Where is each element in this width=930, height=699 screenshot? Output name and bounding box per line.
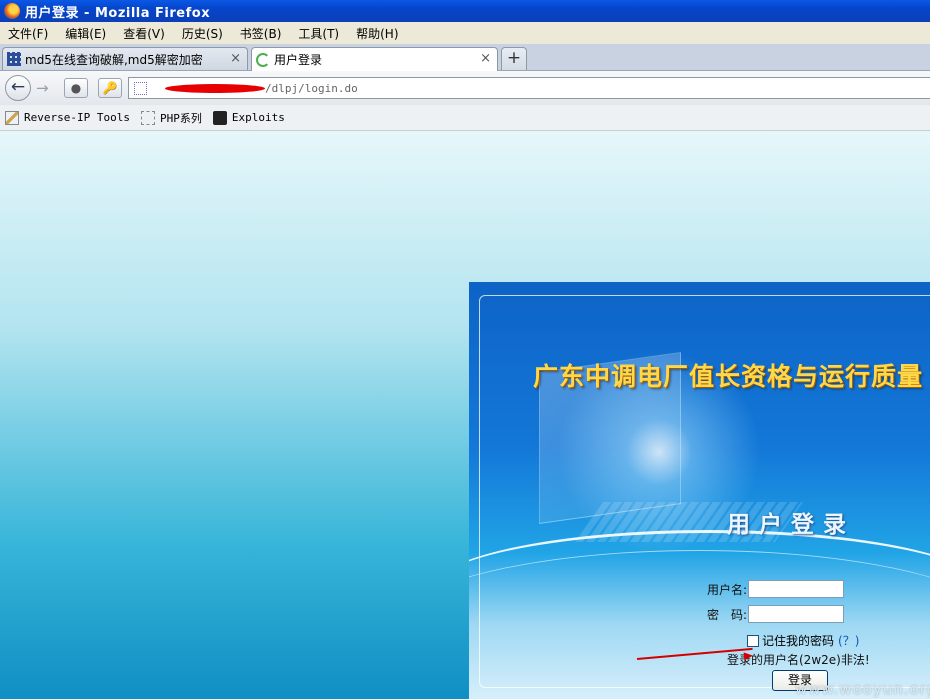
window-title: 用户登录 - Mozilla Firefox [25,5,211,21]
password-input[interactable] [748,605,844,623]
login-heading: 用户登录 [727,511,855,538]
menu-view[interactable]: 查看(V) [115,25,174,42]
bookmark-reverse-ip[interactable]: Reverse-IP Tools [5,110,130,125]
watermark: www.wooyun.org [795,680,930,698]
username-row: 用户名: [704,579,844,599]
panel-frame [479,295,930,688]
url-path: /dlpj/login.do [265,81,358,95]
username-label: 用户名: [706,582,747,597]
password-label: 密 码: [706,607,747,622]
tab-login[interactable]: 用户登录 × [251,47,498,71]
bookmark-exploits[interactable]: Exploits [212,110,285,125]
grid-favicon-icon [7,52,21,66]
key-icon-button[interactable]: 🔑 [98,78,122,98]
bookmark-label: Exploits [231,111,285,124]
forward-button[interactable]: → [36,79,49,97]
tab-bar: md5在线查询破解,md5解密加密 × 用户登录 × + [0,44,930,71]
addon-button[interactable]: ● [64,78,88,98]
site-identity-icon[interactable] [134,81,147,95]
password-row: 密 码: [704,604,844,624]
menu-help[interactable]: 帮助(H) [348,25,407,42]
bookmark-label: Reverse-IP Tools [24,111,130,124]
username-input[interactable] [748,580,844,598]
pencil-icon [5,110,19,125]
back-button[interactable]: ← [5,75,31,101]
login-panel: 广东中调电厂值长资格与运行质量 用户登录 用户名: 密 码: 记住我的密码 (？… [469,282,930,699]
window-titlebar: 用户登录 - Mozilla Firefox [0,0,930,22]
menu-tools[interactable]: 工具(T) [290,25,348,42]
close-tab-icon[interactable]: × [480,51,491,66]
bookmarks-toolbar: Reverse-IP Tools PHP系列 Exploits [0,105,930,131]
remember-label: 记住我的密码 [762,634,835,648]
tab-label: 用户登录 [274,53,323,67]
annotation-arrowhead [743,651,754,661]
menu-history[interactable]: 历史(S) [174,25,232,42]
menu-bar: 文件(F) 编辑(E) 查看(V) 历史(S) 书签(B) 工具(T) 帮助(H… [0,22,930,45]
remember-row: 记住我的密码 (？) [747,632,859,649]
page-content: 广东中调电厂值长资格与运行质量 用户登录 用户名: 密 码: 记住我的密码 (？… [0,131,930,699]
navigation-toolbar: ← → ● 🔑 /dlpj/login.do [0,71,930,106]
redacted-host [165,83,265,93]
bookmark-label: PHP系列 [159,111,202,125]
tab-label: md5在线查询破解,md5解密加密 [25,52,203,67]
address-bar[interactable]: /dlpj/login.do [128,77,930,99]
loading-icon [256,52,270,67]
system-title: 广东中调电厂值长资格与运行质量 [533,362,924,391]
bookmark-php[interactable]: PHP系列 [140,110,202,126]
new-tab-button[interactable]: + [501,47,527,70]
remember-checkbox[interactable] [747,634,759,647]
folder-icon [140,110,155,125]
exploit-icon [212,110,227,125]
menu-edit[interactable]: 编辑(E) [57,25,115,42]
help-link[interactable]: (？) [838,632,859,649]
firefox-icon [4,3,20,19]
close-tab-icon[interactable]: × [230,51,241,66]
tab-md5[interactable]: md5在线查询破解,md5解密加密 × [2,47,248,70]
menu-bookmarks[interactable]: 书签(B) [232,25,291,42]
menu-file[interactable]: 文件(F) [0,25,57,42]
